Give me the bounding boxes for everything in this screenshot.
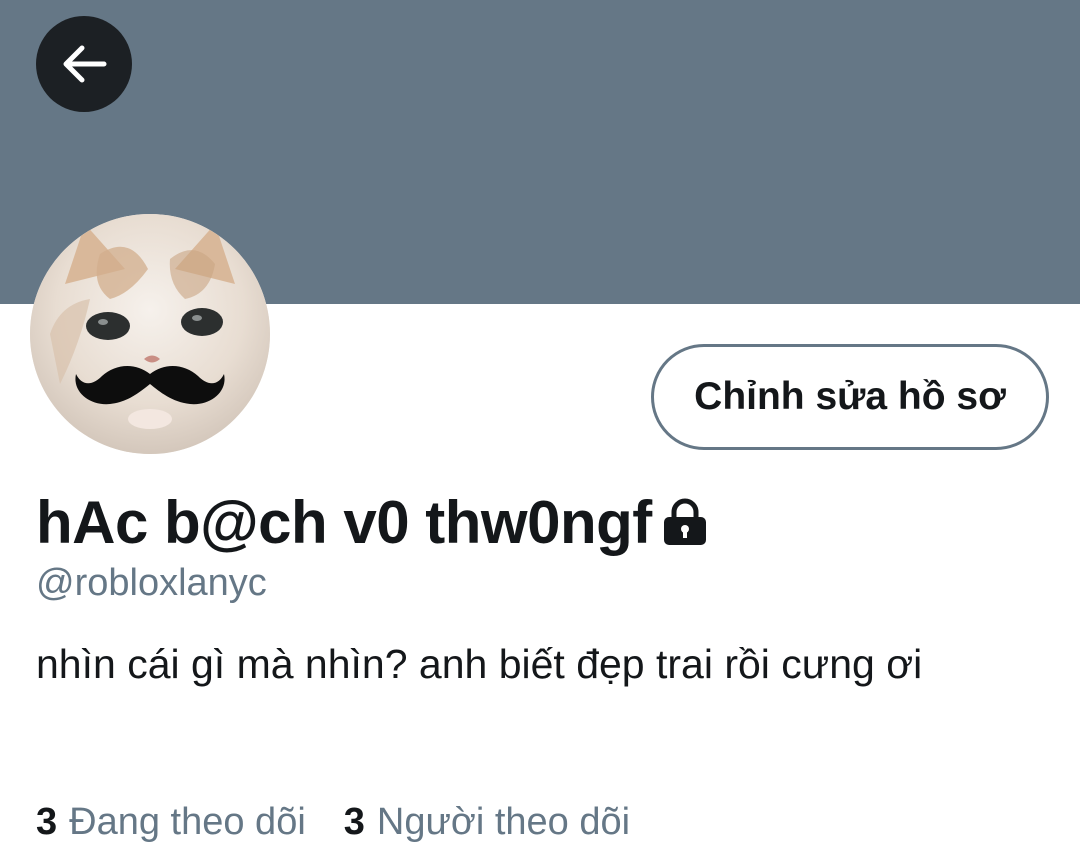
display-name-row: hAc b@ch v0 thw0ngf	[36, 484, 708, 560]
back-button[interactable]	[36, 16, 132, 112]
profile-bio: nhìn cái gì mà nhìn? anh biết đẹp trai r…	[36, 641, 923, 687]
avatar-image	[30, 214, 270, 454]
edit-profile-label: Chỉnh sửa hồ sơ	[694, 375, 1006, 418]
arrow-left-icon	[63, 45, 107, 83]
profile-stats: 3 Đang theo dõi 3 Người theo dõi	[36, 796, 668, 848]
followers-link[interactable]: 3 Người theo dõi	[344, 801, 630, 844]
profile-handle: @robloxlanyc	[36, 562, 267, 604]
edit-profile-button[interactable]: Chỉnh sửa hồ sơ	[651, 344, 1049, 450]
avatar[interactable]	[30, 214, 270, 454]
following-label: Đang theo dõi	[69, 800, 306, 843]
followers-label: Người theo dõi	[376, 800, 631, 843]
following-count: 3	[36, 800, 58, 843]
following-link[interactable]: 3 Đang theo dõi	[36, 801, 306, 844]
lock-icon	[662, 497, 708, 547]
followers-count: 3	[343, 800, 365, 843]
display-name: hAc b@ch v0 thw0ngf	[36, 488, 652, 556]
